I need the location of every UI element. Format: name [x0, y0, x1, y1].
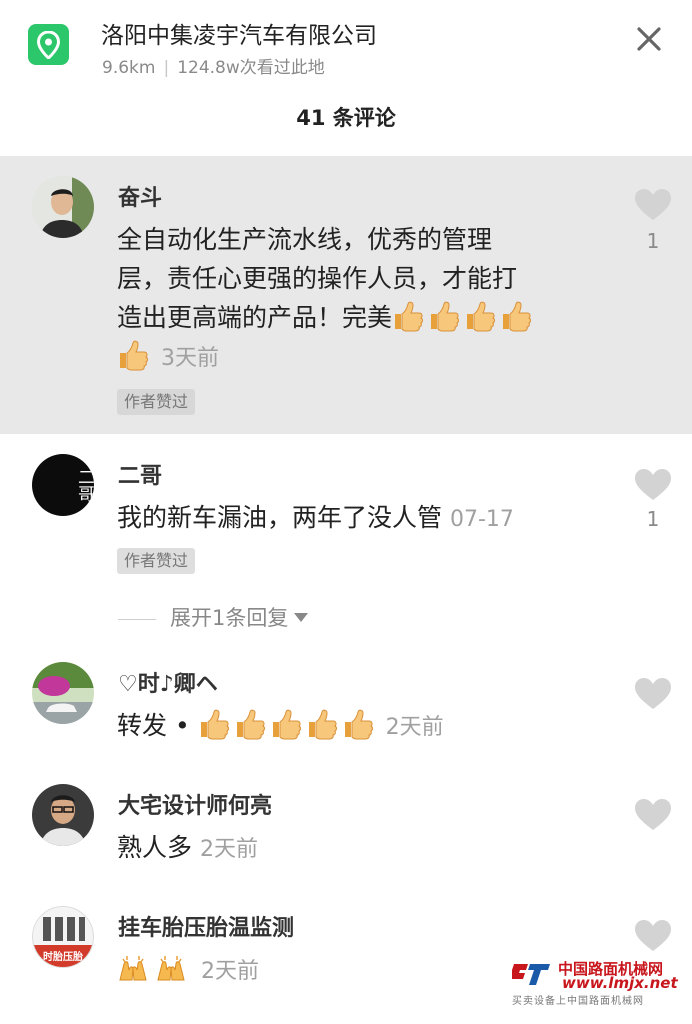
like-count: 1: [646, 229, 660, 253]
comment-text: 转发 • 2天前: [117, 706, 444, 747]
watermark-logo: [512, 964, 550, 985]
location-title[interactable]: 洛阳中集凌宇汽车有限公司: [101, 16, 377, 50]
thumbs-up-icon: [428, 300, 460, 332]
comment-item: 奋斗 全自动化生产流水线，优秀的管理 层，责任心更强的操作人员，才能打 造出更高…: [0, 156, 692, 434]
avatar[interactable]: [32, 176, 94, 238]
distance-text: 9.6km: [102, 58, 156, 78]
thumbs-up-icon: [270, 708, 302, 740]
avatar[interactable]: [32, 662, 94, 724]
thumbs-up-icon: [234, 708, 266, 740]
heart-icon[interactable]: [634, 468, 672, 502]
heart-icon[interactable]: [634, 919, 672, 953]
comment-time: 3天前: [160, 346, 219, 371]
close-icon: [637, 27, 661, 51]
author-liked-badge: 作者赞过: [117, 548, 196, 574]
meta-divider: |: [163, 58, 170, 78]
comment-time: 2天前: [200, 959, 259, 984]
chevron-down-icon: [294, 613, 309, 622]
commenter-name[interactable]: 二哥: [118, 458, 162, 490]
raising-hands-icon: [155, 952, 187, 984]
comment-text: 全自动化生产流水线，优秀的管理 层，责任心更强的操作人员，才能打 造出更高端的产…: [117, 220, 536, 378]
commenter-name[interactable]: 挂车胎压胎温监测: [118, 910, 294, 942]
comment-text: 我的新车漏油，两年了没人管 07-17: [117, 498, 514, 539]
avatar[interactable]: 时胎压胎: [32, 906, 94, 968]
divider-line: [118, 618, 156, 620]
comment-text: 2天前: [117, 950, 259, 991]
views-text: 124.8w次看过此地: [177, 58, 325, 78]
raising-hands-icon: [117, 952, 149, 984]
thumbs-up-icon: [392, 300, 424, 332]
comment-time: 07-17: [449, 507, 514, 532]
commenter-name[interactable]: 奋斗: [118, 180, 162, 212]
comment-line-text: 熟人多: [117, 833, 193, 862]
comment-count-title: 41 条评论: [296, 106, 396, 130]
comment-line: 全自动化生产流水线，优秀的管理: [117, 225, 493, 254]
expand-replies-button[interactable]: 展开1条回复: [118, 602, 309, 632]
avatar[interactable]: 二哥: [32, 454, 94, 516]
thumbs-up-icon: [306, 708, 338, 740]
avatar[interactable]: [32, 784, 94, 846]
expand-replies-label: 展开1条回复: [170, 606, 289, 630]
comment-line-text: 我的新车漏油，两年了没人管: [117, 503, 443, 532]
thumbs-up-icon: [500, 300, 532, 332]
location-header: 洛阳中集凌宇汽车有限公司 9.6km | 124.8w次看过此地: [0, 0, 692, 84]
comment-text: 熟人多 2天前: [117, 828, 258, 869]
comment-time: 2天前: [385, 715, 444, 740]
close-button[interactable]: [628, 18, 670, 60]
commenter-name[interactable]: 大宅设计师何亮: [118, 788, 272, 820]
comment-item: 二哥 二哥 我的新车漏油，两年了没人管 07-17 作者赞过 1: [0, 434, 692, 640]
avatar-text: 时胎压胎: [43, 952, 83, 963]
thumbs-up-icon: [198, 708, 230, 740]
comment-line: 3天前: [117, 337, 536, 378]
heart-icon[interactable]: [634, 677, 672, 711]
location-pin-icon: [28, 24, 69, 65]
watermark-subtitle: 买卖设备上中国路面机械网: [512, 996, 644, 1007]
watermark-url: www.lmjx.net: [562, 974, 678, 992]
site-watermark: 中国路面机械网 www.lmjx.net 买卖设备上中国路面机械网: [512, 958, 688, 1007]
location-meta: 9.6km | 124.8w次看过此地: [102, 53, 325, 78]
thumbs-up-icon: [117, 339, 149, 371]
avatar-text: 二哥: [74, 468, 94, 502]
author-liked-badge: 作者赞过: [117, 389, 196, 415]
like-count: 1: [646, 507, 660, 531]
heart-icon[interactable]: [634, 798, 672, 832]
thumbs-up-icon: [342, 708, 374, 740]
comment-line-text: 转发 •: [117, 711, 190, 740]
comment-line: 层，责任心更强的操作人员，才能打: [117, 264, 518, 293]
comment-line: 造出更高端的产品！完美: [117, 298, 536, 337]
comment-line-text: 造出更高端的产品！完美: [117, 303, 393, 332]
comment-item: 大宅设计师何亮 熟人多 2天前: [0, 762, 692, 886]
commenter-name[interactable]: ♡时♪卿ヘ: [118, 666, 218, 698]
heart-icon[interactable]: [634, 188, 672, 222]
thumbs-up-icon: [464, 300, 496, 332]
comment-item: ♡时♪卿ヘ 转发 • 2天前: [0, 640, 692, 762]
comment-time: 2天前: [199, 837, 258, 862]
